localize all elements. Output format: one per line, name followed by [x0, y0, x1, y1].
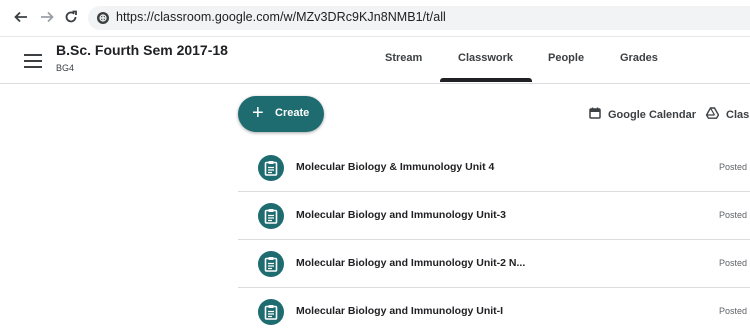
tab-people[interactable]: People	[548, 52, 584, 64]
posted-date: Posted I	[719, 258, 750, 268]
plus-icon: +	[252, 102, 264, 124]
material-icon	[258, 251, 284, 277]
list-item[interactable]: Molecular Biology & Immunology Unit 4 Po…	[238, 144, 750, 192]
forward-arrow-icon[interactable]	[38, 8, 56, 26]
classwork-list: Molecular Biology & Immunology Unit 4 Po…	[238, 144, 750, 335]
posted-date: Posted	[719, 306, 748, 316]
material-icon	[258, 155, 284, 181]
calendar-icon	[589, 106, 601, 124]
url-text: https://classroom.google.com/w/MZv3DRc9K…	[116, 10, 446, 24]
address-bar[interactable]: https://classroom.google.com/w/MZv3DRc9K…	[88, 6, 750, 30]
list-item[interactable]: Molecular Biology and Immunology Unit-2 …	[238, 240, 750, 288]
material-title: Molecular Biology and Immunology Unit-I	[296, 305, 504, 317]
back-arrow-icon[interactable]	[12, 8, 30, 26]
material-title: Molecular Biology and Immunology Unit-3	[296, 209, 507, 221]
tab-classwork[interactable]: Classwork	[458, 52, 513, 64]
google-calendar-link[interactable]: Google Calendar	[589, 106, 697, 124]
material-title: Molecular Biology & Immunology Unit 4	[296, 161, 495, 173]
drive-icon	[705, 106, 720, 124]
class-section: BG4	[56, 63, 75, 73]
tab-stream[interactable]: Stream	[385, 52, 422, 64]
material-title: Molecular Biology and Immunology Unit-2 …	[296, 257, 526, 269]
list-item[interactable]: Molecular Biology and Immunology Unit-3 …	[238, 192, 750, 240]
create-button-label: Create	[275, 107, 310, 119]
class-title[interactable]: B.Sc. Fourth Sem 2017-18	[56, 42, 228, 58]
create-button[interactable]: + Create	[238, 96, 324, 132]
material-icon	[258, 203, 284, 229]
browser-toolbar: https://classroom.google.com/w/MZv3DRc9K…	[0, 0, 750, 37]
list-item[interactable]: Molecular Biology and Immunology Unit-I …	[238, 288, 750, 335]
tab-grades[interactable]: Grades	[620, 52, 658, 64]
google-calendar-label: Google Calendar	[608, 109, 697, 121]
reload-icon[interactable]	[62, 8, 80, 26]
main-menu-icon[interactable]	[24, 54, 42, 68]
app-header: B.Sc. Fourth Sem 2017-18 BG4 Stream Clas…	[0, 37, 750, 84]
class-drive-folder-link[interactable]: Clas	[705, 106, 750, 124]
material-icon	[258, 299, 284, 325]
site-info-icon[interactable]	[96, 11, 110, 25]
class-drive-label: Clas	[726, 109, 750, 121]
posted-date: Posted	[719, 162, 748, 172]
selected-tab-indicator	[440, 78, 532, 82]
posted-date: Posted I	[719, 210, 750, 220]
